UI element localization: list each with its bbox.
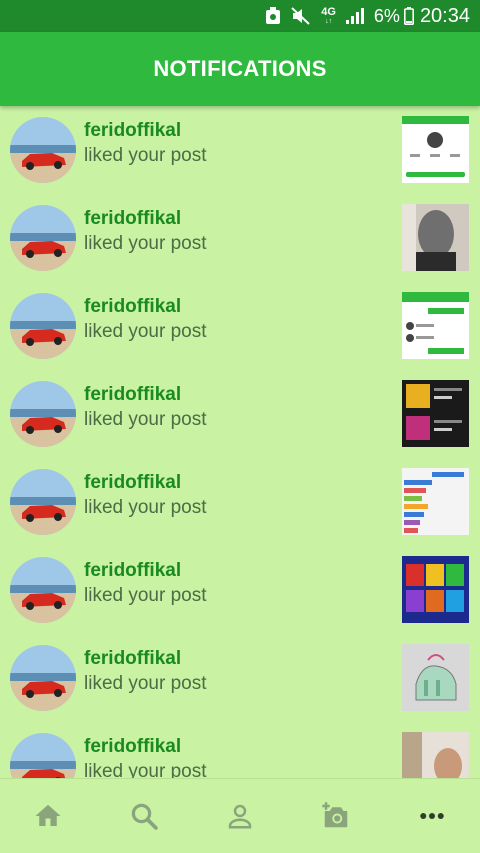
add-photo-icon[interactable]	[306, 786, 366, 846]
battery-percentage: 6%	[373, 5, 400, 26]
avatar[interactable]	[10, 557, 76, 623]
profile-icon[interactable]	[210, 786, 270, 846]
avatar[interactable]	[10, 469, 76, 535]
notification-item[interactable]: feridoffikal liked your post	[0, 634, 480, 722]
avatar[interactable]	[10, 205, 76, 271]
search-icon[interactable]	[114, 786, 174, 846]
post-thumbnail[interactable]	[402, 732, 469, 778]
avatar[interactable]	[10, 645, 76, 711]
post-thumbnail[interactable]	[402, 292, 469, 359]
post-thumbnail[interactable]	[402, 556, 469, 623]
battery-icon	[403, 7, 414, 25]
notification-item[interactable]: feridoffikal liked your post	[0, 458, 480, 546]
post-thumbnail[interactable]	[402, 204, 469, 271]
notification-username[interactable]: feridoffikal	[84, 648, 181, 670]
4g-icon: 4G ↓↑	[321, 6, 336, 26]
avatar[interactable]	[10, 293, 76, 359]
post-thumbnail[interactable]	[402, 380, 469, 447]
notification-username[interactable]: feridoffikal	[84, 120, 181, 142]
notification-list[interactable]: feridoffikal liked your post feridoffika…	[0, 106, 480, 778]
notification-message: liked your post	[84, 233, 207, 254]
page-title: NOTIFICATIONS	[153, 56, 327, 81]
notification-message: liked your post	[84, 761, 207, 778]
notification-username[interactable]: feridoffikal	[84, 296, 181, 318]
notification-item[interactable]: feridoffikal liked your post	[0, 722, 480, 778]
notification-username[interactable]: feridoffikal	[84, 384, 181, 406]
notification-message: liked your post	[84, 321, 207, 342]
notification-username[interactable]: feridoffikal	[84, 560, 181, 582]
notification-message: liked your post	[84, 409, 207, 430]
notification-item[interactable]: feridoffikal liked your post	[0, 194, 480, 282]
notification-message: liked your post	[84, 497, 207, 518]
post-thumbnail[interactable]	[402, 644, 469, 711]
notification-item[interactable]: feridoffikal liked your post	[0, 546, 480, 634]
notification-message: liked your post	[84, 585, 207, 606]
notification-item[interactable]: feridoffikal liked your post	[0, 282, 480, 370]
home-icon[interactable]	[18, 786, 78, 846]
notification-username[interactable]: feridoffikal	[84, 472, 181, 494]
notification-item[interactable]: feridoffikal liked your post	[0, 370, 480, 458]
status-bar: 4G ↓↑ 6% 20:34	[0, 0, 480, 32]
notification-message: liked your post	[84, 145, 207, 166]
screenshot-icon	[265, 7, 281, 25]
notification-username[interactable]: feridoffikal	[84, 208, 181, 230]
more-icon[interactable]	[402, 786, 462, 846]
notification-username[interactable]: feridoffikal	[84, 736, 181, 758]
notification-message: liked your post	[84, 673, 207, 694]
avatar[interactable]	[10, 117, 76, 183]
notification-item[interactable]: feridoffikal liked your post	[0, 106, 480, 194]
signal-icon	[345, 8, 364, 24]
bottom-navigation	[0, 778, 480, 853]
post-thumbnail[interactable]	[402, 468, 469, 535]
post-thumbnail[interactable]	[402, 116, 469, 183]
avatar[interactable]	[10, 381, 76, 447]
clock: 20:34	[419, 4, 470, 27]
avatar[interactable]	[10, 733, 76, 778]
mute-icon	[291, 7, 311, 25]
app-bar: NOTIFICATIONS	[0, 32, 480, 106]
